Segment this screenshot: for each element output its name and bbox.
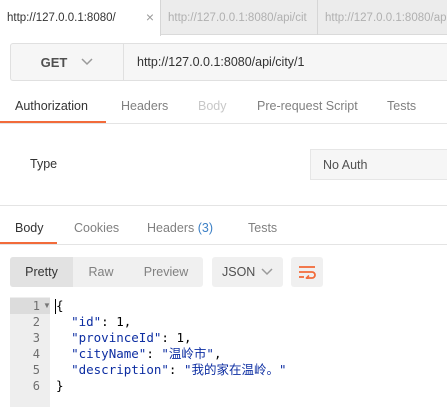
tab-response-headers[interactable]: Headers (3) bbox=[147, 221, 213, 235]
json-value: "温岭市" bbox=[161, 346, 214, 361]
request-bar: GET http://127.0.0.1:8080/api/city/1 bbox=[10, 43, 447, 81]
method-label: GET bbox=[40, 54, 68, 70]
line-number: 6 bbox=[32, 379, 40, 393]
json-value: "我的家在温岭。" bbox=[183, 362, 287, 377]
wrap-lines-button[interactable] bbox=[291, 257, 323, 287]
code-line: "id": 1, bbox=[71, 314, 132, 329]
code-line: "cityName": "温岭市", bbox=[71, 346, 222, 361]
chevron-down-icon bbox=[81, 58, 93, 66]
chevron-down-icon bbox=[261, 268, 273, 276]
request-options-tabs: Authorization Headers Body Pre-request S… bbox=[0, 92, 447, 123]
tab-label: http://127.0.0.1:8080/api/city/ bbox=[325, 11, 447, 24]
request-tab-bar: http://127.0.0.1:8080/ × http://127.0.0.… bbox=[0, 0, 447, 36]
headers-count-badge: (3) bbox=[197, 221, 214, 235]
url-input[interactable]: http://127.0.0.1:8080/api/city/1 bbox=[137, 44, 304, 80]
line-number-gutter: 1 ▼ 2 3 4 5 6 bbox=[10, 297, 51, 407]
raw-button[interactable]: Raw bbox=[73, 257, 129, 287]
tab-response-body[interactable]: Body bbox=[15, 221, 44, 235]
code-line: } bbox=[56, 378, 64, 393]
pretty-button[interactable]: Pretty bbox=[10, 257, 73, 287]
tab-label: Headers bbox=[147, 221, 195, 235]
auth-type-select[interactable]: No Auth bbox=[310, 149, 447, 180]
tab-cookies[interactable]: Cookies bbox=[74, 221, 119, 235]
line-number: 1 bbox=[32, 299, 40, 313]
format-select[interactable]: JSON bbox=[212, 257, 283, 287]
tab-headers[interactable]: Headers bbox=[121, 99, 168, 113]
code-line: "description": "我的家在温岭。" bbox=[71, 362, 287, 377]
divider bbox=[0, 123, 447, 124]
code-line: "provinceId": 1, bbox=[71, 330, 192, 345]
view-mode-group: Pretty Raw Preview bbox=[10, 257, 203, 287]
json-key: "cityName" bbox=[71, 346, 147, 361]
close-icon[interactable]: × bbox=[146, 9, 154, 25]
request-tab-active[interactable]: http://127.0.0.1:8080/ × bbox=[0, 0, 161, 36]
json-key: "id" bbox=[71, 314, 102, 329]
fold-arrow-icon[interactable]: ▼ bbox=[43, 298, 51, 314]
code-line: { bbox=[56, 298, 64, 313]
tab-label: http://127.0.0.1:8080/ bbox=[7, 12, 116, 24]
tab-authorization[interactable]: Authorization bbox=[15, 99, 88, 113]
method-select[interactable]: GET bbox=[11, 44, 124, 80]
line-number: 3 bbox=[32, 331, 40, 345]
tab-body[interactable]: Body bbox=[198, 99, 227, 113]
auth-type-value: No Auth bbox=[323, 157, 368, 172]
format-value: JSON bbox=[222, 265, 256, 279]
request-tab[interactable]: http://127.0.0.1:8080/api/city/ bbox=[318, 0, 447, 35]
wrap-lines-icon bbox=[299, 266, 316, 279]
divider bbox=[0, 244, 447, 245]
response-tabs: Body Cookies Headers (3) Tests bbox=[0, 214, 447, 245]
json-key: "description" bbox=[71, 362, 169, 377]
line-number: 5 bbox=[32, 363, 40, 377]
json-key: "provinceId" bbox=[71, 330, 162, 345]
response-body-editor[interactable]: 1 ▼ 2 3 4 5 6 { "id": 1, "provinceId": 1… bbox=[10, 297, 447, 407]
tab-label: http://127.0.0.1:8080/api/cit bbox=[168, 11, 307, 24]
request-tab[interactable]: http://127.0.0.1:8080/api/cit bbox=[161, 0, 318, 35]
json-value: 1 bbox=[116, 314, 124, 329]
preview-button[interactable]: Preview bbox=[129, 257, 203, 287]
tab-tests[interactable]: Tests bbox=[387, 99, 416, 113]
tab-pre-request-script[interactable]: Pre-request Script bbox=[257, 99, 358, 113]
line-number: 2 bbox=[32, 315, 40, 329]
divider bbox=[0, 205, 447, 206]
tab-response-tests[interactable]: Tests bbox=[248, 221, 277, 235]
auth-type-label: Type bbox=[30, 157, 58, 171]
json-value: 1 bbox=[176, 330, 184, 345]
line-number: 4 bbox=[32, 347, 40, 361]
